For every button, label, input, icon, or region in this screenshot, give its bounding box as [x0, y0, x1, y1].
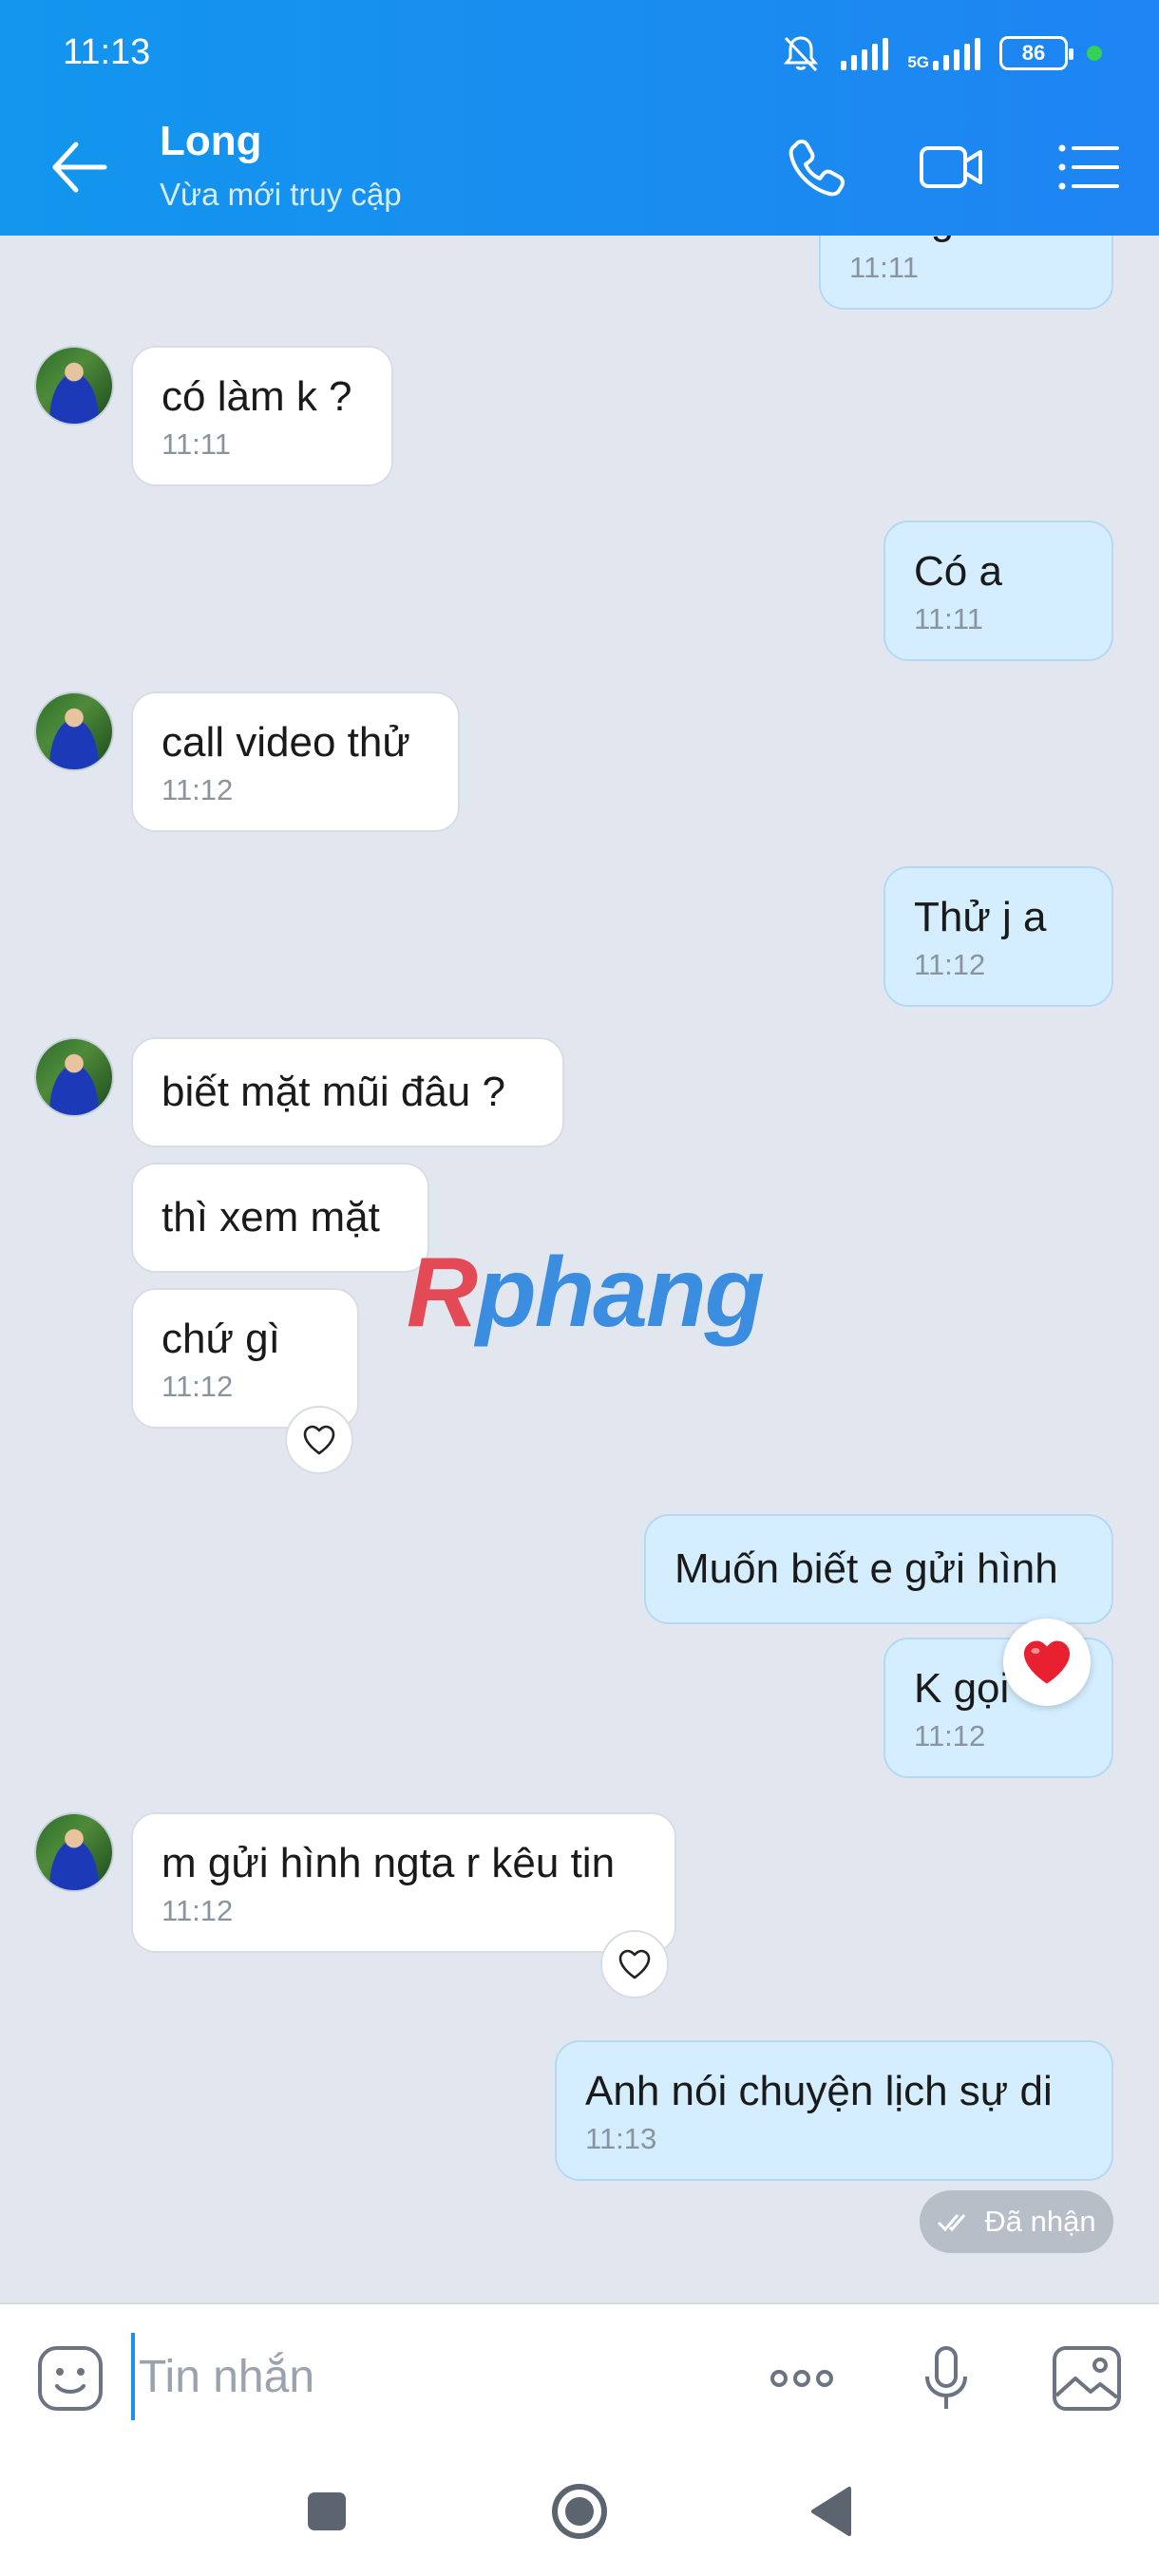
- video-call-icon[interactable]: [918, 133, 986, 201]
- message-time: 11:12: [914, 948, 986, 981]
- message-time: 11:12: [162, 773, 234, 806]
- watermark-logo: Rphang: [407, 1238, 765, 1348]
- message-incoming[interactable]: có làm k ? 11:11: [131, 346, 393, 486]
- heart-outline-icon: [303, 1425, 335, 1455]
- avatar[interactable]: [34, 1037, 114, 1117]
- contact-name[interactable]: Long: [160, 118, 262, 165]
- react-button[interactable]: [285, 1406, 353, 1474]
- emoji-icon[interactable]: [34, 2342, 106, 2415]
- message-text: biết mặt mũi đâu ?: [162, 1069, 505, 1115]
- battery-icon: 86: [999, 36, 1074, 70]
- phone-icon[interactable]: [783, 133, 851, 201]
- avatar[interactable]: [34, 346, 114, 426]
- message-time: 11:11: [849, 251, 919, 284]
- message-outgoing[interactable]: Thử j a 11:12: [884, 866, 1113, 1007]
- battery-level: 86: [1021, 41, 1046, 65]
- avatar[interactable]: [34, 691, 114, 771]
- reaction-badge[interactable]: [1003, 1619, 1091, 1706]
- signal-5g-icon: 5G: [907, 36, 980, 70]
- message-text: thì xem mặt: [162, 1194, 380, 1241]
- message-time: 11:11: [914, 602, 983, 635]
- signal-icon: [841, 36, 889, 70]
- message-input[interactable]: [131, 2333, 720, 2420]
- contact-status: Vừa mới truy cập: [160, 177, 402, 212]
- message-text: Muốn biết e gửi hình: [674, 1545, 1058, 1592]
- message-incoming[interactable]: biết mặt mũi đâu ?: [131, 1037, 564, 1147]
- more-icon[interactable]: [766, 2342, 838, 2415]
- home-nav-icon[interactable]: [542, 2473, 618, 2549]
- message-time: 11:11: [162, 427, 231, 461]
- menu-list-icon[interactable]: [1054, 133, 1123, 201]
- message-incoming[interactable]: call video thử 11:12: [131, 691, 460, 832]
- react-button[interactable]: [600, 1930, 669, 1998]
- status-icons: 5G 86: [780, 27, 1102, 80]
- message-time: 11:12: [162, 1894, 234, 1927]
- message-incoming[interactable]: m gửi hình ngta r kêu tin 11:12: [131, 1812, 676, 1953]
- privacy-dot-icon: [1087, 46, 1102, 61]
- message-time: 11:13: [585, 2122, 657, 2155]
- read-status-badge: Đã nhận: [920, 2190, 1113, 2253]
- back-arrow-icon[interactable]: [49, 139, 108, 196]
- message-text: Thử j a: [914, 894, 1047, 940]
- message-composer: [0, 2302, 1159, 2447]
- message-text: có làm k ?: [162, 373, 352, 420]
- avatar[interactable]: [34, 1812, 114, 1892]
- message-outgoing[interactable]: Có a 11:11: [884, 521, 1113, 661]
- square-nav-icon[interactable]: [289, 2473, 365, 2549]
- message-time: 11:12: [914, 1719, 986, 1752]
- microphone-icon[interactable]: [910, 2342, 982, 2415]
- message-text: Anh nói chuyện lịch sự di: [585, 2068, 1053, 2114]
- back-nav-icon[interactable]: [794, 2473, 870, 2549]
- message-time: 11:12: [162, 1370, 234, 1403]
- image-icon[interactable]: [1051, 2342, 1123, 2415]
- message-text: Có a: [914, 548, 1002, 595]
- message-text: call video thử: [162, 719, 410, 766]
- message-text: Hừng Phú ?: [849, 236, 1083, 245]
- heart-outline-icon: [618, 1949, 651, 1979]
- read-status-text: Đã nhận: [984, 2205, 1096, 2238]
- message-outgoing[interactable]: Muốn biết e gửi hình: [644, 1514, 1113, 1624]
- status-time: 11:13: [63, 32, 151, 72]
- double-check-icon: [938, 2214, 966, 2232]
- message-text: chứ gì: [162, 1316, 280, 1362]
- system-nav-bar: [0, 2447, 1159, 2576]
- message-text: m gửi hình ngta r kêu tin: [162, 1840, 616, 1886]
- message-incoming[interactable]: thì xem mặt: [131, 1163, 429, 1273]
- heart-filled-icon: [1024, 1640, 1070, 1684]
- chat-header: 11:13 5G 86 Long Vừa mới truy cập: [0, 0, 1159, 236]
- bell-muted-icon: [784, 36, 819, 72]
- message-outgoing[interactable]: Hừng Phú ? 11:11: [819, 236, 1113, 310]
- message-outgoing[interactable]: Anh nói chuyện lịch sự di 11:13: [555, 2040, 1113, 2181]
